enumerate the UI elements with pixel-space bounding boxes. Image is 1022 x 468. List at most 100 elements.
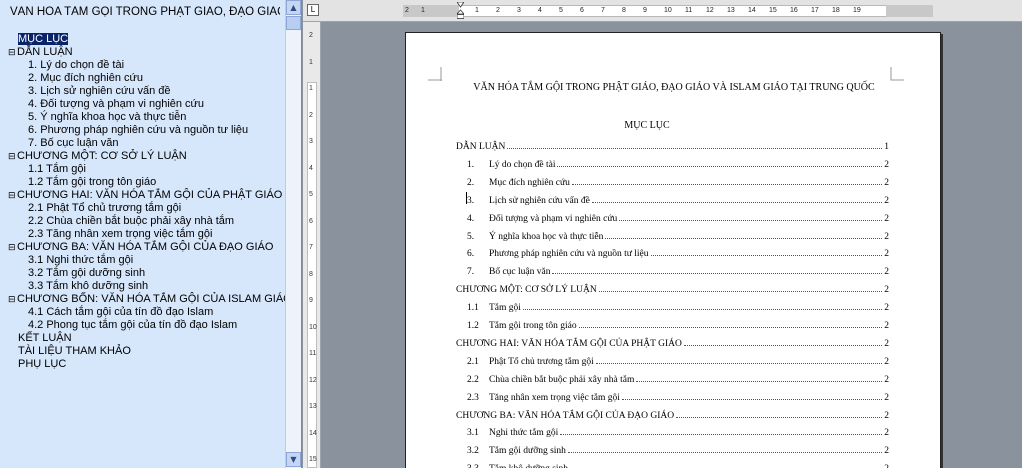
vertical-ruler[interactable]: 2 1 1 2 3 4 5 6 7 8 9 10 11 12 13 14 15 bbox=[303, 22, 321, 468]
document-map-item[interactable]: 1.2 Tắm gội trong tôn giáo bbox=[28, 176, 156, 189]
indent-marker-icon[interactable] bbox=[457, 2, 464, 19]
toc-entry[interactable]: 2.1 Phật Tổ chủ trương tắm gội 2 bbox=[456, 354, 889, 367]
toc-entry-number: 1. bbox=[467, 159, 475, 170]
document-map-item[interactable]: 2. Mục đích nghiên cứu bbox=[28, 72, 143, 85]
toc-entry[interactable]: CHƯƠNG MỘT: CƠ SỞ LÝ LUẬN 2 bbox=[456, 282, 889, 295]
toc-entry[interactable]: 5. Ý nghĩa khoa học và thực tiễn 2 bbox=[456, 229, 889, 242]
toc-entry[interactable]: 1.2 Tắm gội trong tôn giáo 2 bbox=[456, 318, 889, 331]
ruler-tick-label: 13 bbox=[309, 403, 317, 410]
toc-entry[interactable]: CHƯƠNG BA: VĂN HÓA TẮM GỘI CỦA ĐẠO GIÁO 2 bbox=[456, 408, 889, 421]
toc-entry-number: 3.1 bbox=[467, 428, 479, 439]
ruler-tick-label: 14 bbox=[748, 7, 756, 14]
document-map-item[interactable]: 1. Lý do chọn đề tài bbox=[28, 59, 124, 72]
document-map-item[interactable]: 4.2 Phong tục tắm gội của tín đồ đạo Isl… bbox=[28, 319, 237, 332]
document-map-item[interactable]: 2.1 Phật Tổ chủ trương tắm gội bbox=[28, 202, 181, 215]
collapse-toggle-icon[interactable]: ⊟ bbox=[8, 47, 17, 60]
toc-entry-label: Tăng nhân xem trọng việc tắm gội bbox=[489, 392, 620, 403]
toc-entry-number: 1.2 bbox=[467, 321, 479, 331]
scroll-thumb[interactable] bbox=[286, 16, 301, 30]
scroll-up-arrow-icon[interactable]: ▲ bbox=[286, 0, 301, 15]
document-map-item[interactable]: KẾT LUẬN bbox=[18, 332, 72, 345]
document-map-item[interactable]: 1.1 Tắm gội bbox=[28, 163, 86, 176]
toc-entry[interactable]: 6. Phương pháp nghiên cứu và nguồn tư liệ… bbox=[456, 246, 889, 259]
toc-entry[interactable]: 3.2 Tắm gội dưỡng sinh 2 bbox=[456, 443, 889, 456]
document-map-item[interactable]: ⊟DẪN LUẬN bbox=[8, 46, 73, 60]
toc-entry[interactable]: 3.3Tắm khô dưỡng sinh 2 bbox=[456, 461, 889, 468]
ruler-tick-label: 8 bbox=[309, 270, 313, 278]
document-map-title[interactable]: VĂN HÓA TẮM GỘI TRONG PHẬT GIÁO, ĐẠO GIÁ… bbox=[10, 6, 280, 18]
document-map-item[interactable]: MỤC LỤC bbox=[18, 33, 69, 46]
ruler-tick-label: 4 bbox=[309, 164, 313, 172]
document-map-item[interactable]: ⊟CHƯƠNG HAI: VĂN HÓA TẮM GỘI CỦA PHẬT GI… bbox=[8, 189, 282, 203]
ruler-tick-label: 2 bbox=[309, 32, 313, 39]
document-map-item[interactable]: TÀI LIỆU THAM KHẢO bbox=[18, 345, 131, 358]
document-map-item[interactable]: ⊟CHƯƠNG BỐN: VĂN HÓA TẮM GỘI CỦA ISLAM G… bbox=[8, 293, 292, 307]
collapse-toggle-icon[interactable]: ⊟ bbox=[8, 294, 17, 307]
document-map-item-label: MỤC LỤC bbox=[18, 33, 69, 45]
document-map-item[interactable]: 4. Đối tượng và phạm vi nghiên cứu bbox=[28, 98, 204, 111]
document-map-item[interactable]: PHỤ LỤC bbox=[18, 358, 66, 371]
toc-entry[interactable]: 3. Lịch sử nghiên cứu vấn đề 2 bbox=[456, 193, 889, 206]
document-map-item[interactable]: 4.1 Cách tắm gội của tín đồ đạo Islam bbox=[28, 306, 213, 319]
ruler-tick-label: 18 bbox=[832, 7, 840, 14]
ruler-tick-label: 2 bbox=[496, 7, 500, 14]
ruler-tick-label: 1 bbox=[421, 7, 425, 14]
document-map-item-label: 2.1 Phật Tổ chủ trương tắm gội bbox=[28, 202, 182, 214]
toc-entry[interactable]: 4. Đối tượng và phạm vi nghiên cứu 2 bbox=[456, 211, 889, 224]
document-map-item[interactable]: 6. Phương pháp nghiên cứu và nguồn tư li… bbox=[28, 124, 248, 137]
document-map-item-label: 3.3 Tắm khô dưỡng sinh bbox=[28, 280, 149, 292]
collapse-toggle-icon[interactable]: ⊟ bbox=[8, 242, 17, 255]
toc-entry[interactable]: CHƯƠNG HAI: VĂN HÓA TẮM GỘI CỦA PHẬT GIÁ… bbox=[456, 336, 889, 349]
ruler-tick-label: 7 bbox=[601, 7, 605, 14]
document-map-item[interactable]: 2.2 Chùa chiền bắt buộc phải xây nhà tắm bbox=[28, 215, 234, 228]
document-map-scrollbar[interactable]: ▲ ▼ bbox=[285, 0, 301, 468]
document-map-item-label: 1. Lý do chọn đề tài bbox=[28, 59, 125, 71]
toc-leader-dots bbox=[621, 398, 883, 400]
document-map-item[interactable]: ⊟CHƯƠNG BA: VĂN HÓA TẮM GỘI CỦA ĐẠO GIÁO bbox=[8, 241, 273, 255]
ruler-tick-label: 8 bbox=[622, 7, 626, 14]
toc-entry[interactable]: 3.1 Nghi thức tắm gội 2 bbox=[456, 425, 889, 438]
scroll-down-arrow-icon[interactable]: ▼ bbox=[286, 452, 301, 467]
toc-entry-number: 4. bbox=[467, 213, 475, 224]
document-map-item[interactable]: ⊟CHƯƠNG MỘT: CƠ SỞ LÝ LUẬN bbox=[8, 150, 187, 164]
document-map-pane[interactable]: VĂN HÓA TẮM GỘI TRONG PHẬT GIÁO, ĐẠO GIÁ… bbox=[0, 0, 302, 468]
document-map-item[interactable]: 3.2 Tắm gội dưỡng sinh bbox=[28, 267, 145, 280]
horizontal-ruler[interactable]: 2 1 1 2 3 4 5 6 7 8 9 10 11 12 13 14 15 16 17 18 19 bbox=[321, 0, 1022, 22]
document-map-item-label: 5. Ý nghĩa khoa học và thực tiễn bbox=[28, 111, 187, 123]
toc-entry[interactable]: 1. Lý do chọn đề tài 2 bbox=[456, 157, 889, 170]
toc-entry-label: Tắm gội dưỡng sinh bbox=[489, 446, 566, 457]
toc-entry[interactable]: 2.3 Tăng nhân xem trọng việc tắm gội 2 bbox=[456, 390, 889, 403]
toc-entry-page: 2 bbox=[884, 374, 889, 385]
document-map-item[interactable]: 3.3 Tắm khô dưỡng sinh bbox=[28, 280, 148, 293]
tab-selector-button[interactable]: L bbox=[307, 4, 319, 16]
toc-entry-page: 2 bbox=[884, 446, 889, 457]
toc-title[interactable]: MỤC LỤC bbox=[406, 120, 888, 131]
ruler-tick-label: 6 bbox=[580, 7, 584, 14]
document-map-item[interactable]: 2.3 Tăng nhân xem trọng việc tắm gội bbox=[28, 228, 212, 241]
toc-entry[interactable]: 2.2 Chùa chiền bắt buộc phải xây nhà tắm 2 bbox=[456, 372, 889, 385]
toc-entry-page: 2 bbox=[884, 464, 889, 468]
toc-entry[interactable]: DẪN LUẬN 1 bbox=[456, 139, 889, 152]
ruler-tick-label: 11 bbox=[309, 350, 317, 357]
page-header[interactable]: VĂN HÓA TẮM GỘI TRONG PHẬT GIÁO, ĐẠO GIÁ… bbox=[406, 82, 942, 93]
document-map-item-label: TÀI LIỆU THAM KHẢO bbox=[18, 345, 131, 357]
ruler-right-margin bbox=[886, 5, 933, 17]
document-page[interactable]: VĂN HÓA TẮM GỘI TRONG PHẬT GIÁO, ĐẠO GIÁ… bbox=[405, 32, 941, 468]
ruler-tick-label: 1 bbox=[309, 85, 313, 92]
toc-entry[interactable]: 1.1 Tắm gội 2 bbox=[456, 300, 889, 313]
document-map-item[interactable]: 3.1 Nghi thức tắm gội bbox=[28, 254, 133, 267]
toc-entry-page: 2 bbox=[884, 177, 889, 188]
toc-entry-page: 2 bbox=[884, 159, 889, 170]
ruler-tick-label: 16 bbox=[790, 7, 798, 14]
document-map-item[interactable]: 5. Ý nghĩa khoa học và thực tiễn bbox=[28, 111, 186, 124]
document-map-item[interactable]: 3. Lịch sử nghiên cứu vấn đề bbox=[28, 85, 171, 98]
toc-entry-page: 2 bbox=[884, 285, 889, 296]
toc-entry[interactable]: 2. Mục đích nghiên cứu 2 bbox=[456, 175, 889, 188]
collapse-toggle-icon[interactable]: ⊟ bbox=[8, 190, 17, 203]
collapse-toggle-icon[interactable]: ⊟ bbox=[8, 151, 17, 164]
toc-entry-page: 2 bbox=[884, 303, 889, 314]
document-map-item[interactable]: 7. Bố cục luận văn bbox=[28, 137, 119, 150]
toc-entry[interactable]: 7. Bố cục luận văn 2 bbox=[456, 264, 889, 277]
document-map-item-label: CHƯƠNG BỐN: VĂN HÓA TẮM GỘI CỦA ISLAM GI… bbox=[17, 293, 292, 305]
ruler-tick-label: 4 bbox=[538, 7, 542, 14]
